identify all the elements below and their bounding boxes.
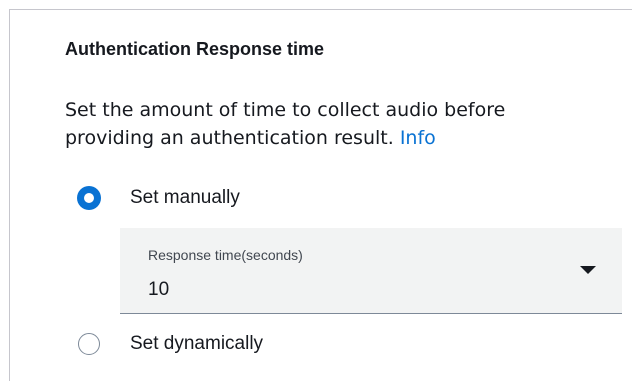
caret-down-icon[interactable]: [580, 266, 596, 274]
description-text: Set the amount of time to collect audio …: [65, 99, 506, 149]
radio-set-manually[interactable]: Set manually: [78, 186, 240, 210]
radio-unchecked-icon[interactable]: [78, 333, 100, 355]
section-description: Set the amount of time to collect audio …: [65, 96, 565, 152]
section-title: Authentication Response time: [65, 39, 325, 59]
response-time-select[interactable]: Response time(seconds) 10: [120, 228, 622, 314]
radio-checked-icon[interactable]: [78, 187, 100, 209]
radio-set-dynamically-label: Set dynamically: [130, 333, 264, 354]
response-time-value: 10: [148, 279, 170, 300]
response-time-label: Response time(seconds): [148, 247, 303, 263]
radio-set-dynamically[interactable]: Set dynamically: [78, 332, 263, 356]
info-link[interactable]: Info: [400, 127, 436, 149]
radio-set-manually-label: Set manually: [130, 187, 240, 208]
